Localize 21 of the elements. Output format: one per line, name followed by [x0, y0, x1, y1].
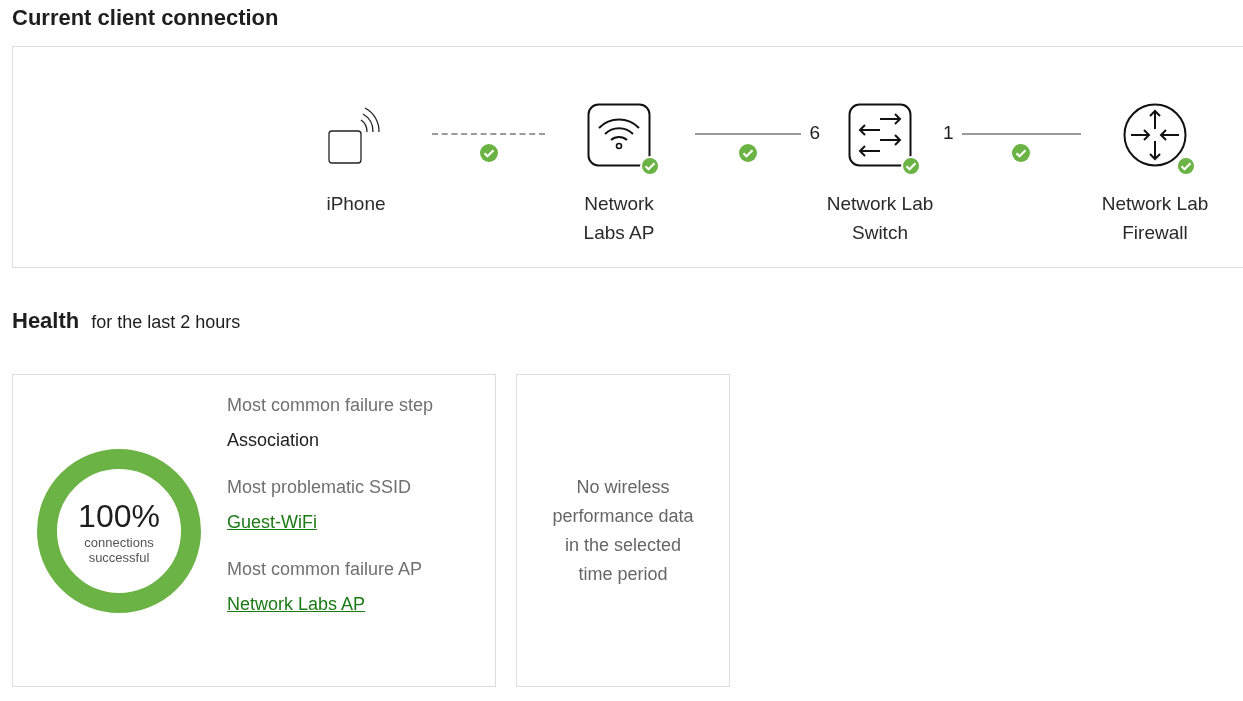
- port-number: 1: [943, 121, 954, 144]
- port-number: 6: [809, 121, 820, 144]
- fact-label: Most problematic SSID: [227, 477, 413, 498]
- section-title: Health: [12, 308, 80, 334]
- fact-link[interactable]: Network Labs AP: [227, 594, 366, 615]
- fact-label: Most common failure step: [227, 395, 434, 416]
- donut-caption: connections successful: [84, 535, 154, 565]
- fact-label: Most common failure AP: [227, 559, 424, 580]
- section-subtitle: for the last 2 hours: [91, 312, 241, 333]
- success-percent: 100%: [78, 497, 160, 535]
- fact-link[interactable]: Guest-WiFi: [227, 512, 317, 533]
- router-arrows-icon: [1123, 103, 1187, 167]
- device-label: Network Labs AP: [583, 192, 655, 245]
- section-title: Current client connection: [12, 4, 280, 32]
- device-label: Network Lab Switch: [826, 192, 934, 245]
- empty-message: No wireless performance data in the selected time period: [552, 475, 694, 586]
- device-label: iPhone: [326, 192, 386, 216]
- wifi-access-point-icon: [587, 103, 651, 167]
- switch-arrows-icon: [848, 103, 912, 167]
- device-label: Network Lab Firewall: [1101, 192, 1209, 245]
- fact-value: Association: [227, 430, 320, 451]
